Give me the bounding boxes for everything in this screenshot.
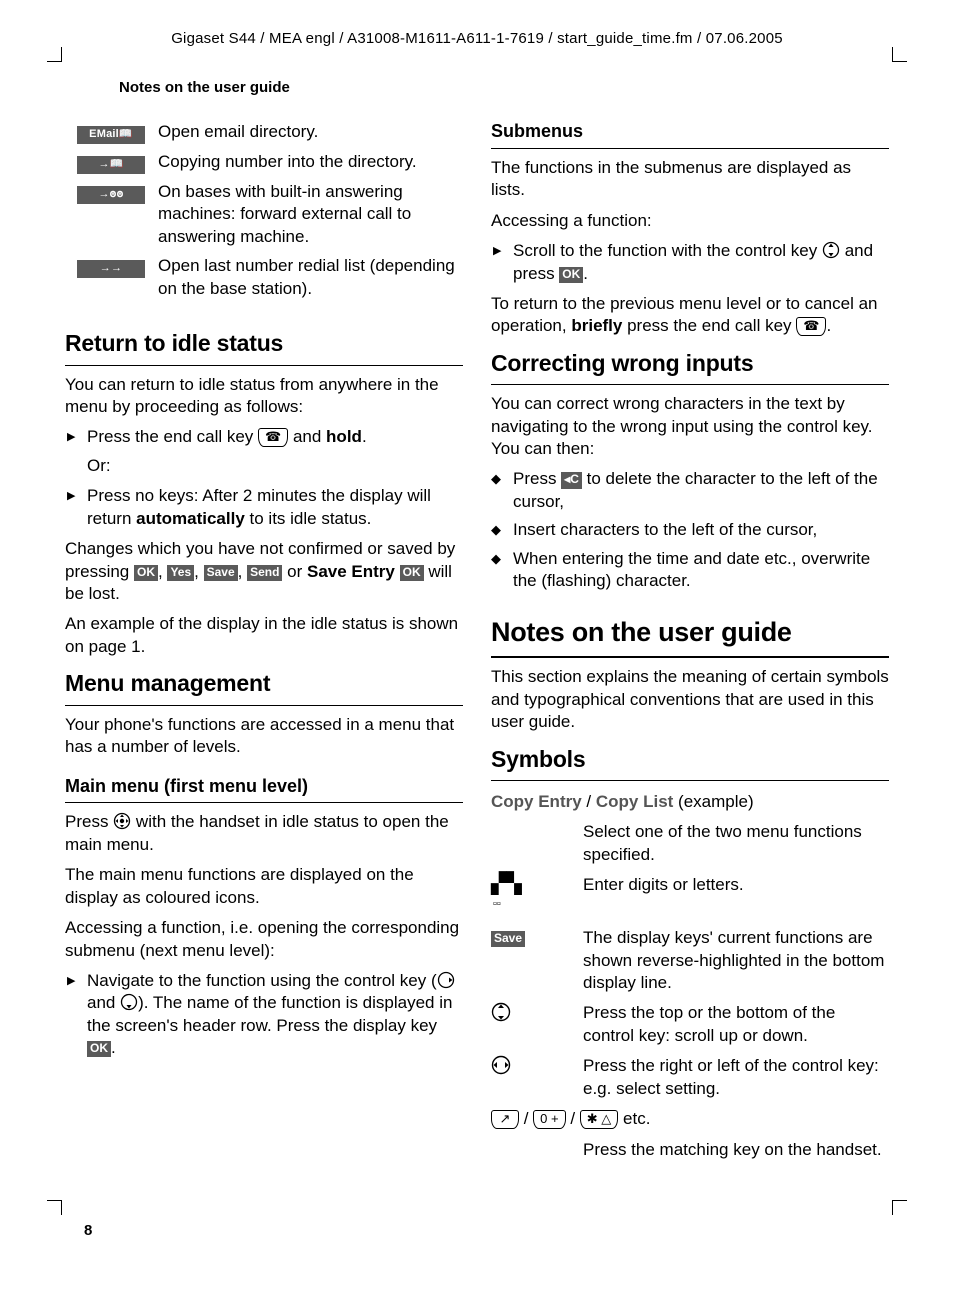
heading-symbols: Symbols bbox=[491, 744, 889, 781]
ok-key-icon: OK bbox=[559, 267, 583, 283]
save-key-icon: Save bbox=[491, 931, 525, 947]
ok-key-icon: OK bbox=[87, 1041, 111, 1057]
heading-correcting-inputs: Correcting wrong inputs bbox=[491, 348, 889, 385]
talk-key-icon: ↗ bbox=[491, 1110, 519, 1129]
list-item: Insert characters to the left of the cur… bbox=[491, 519, 889, 541]
body-text: An example of the display in the idle st… bbox=[65, 613, 463, 658]
list-item: Press ◂C to delete the character to the … bbox=[491, 468, 889, 513]
digits-icon: ▞▚▫▫ bbox=[491, 870, 583, 923]
crop-mark bbox=[47, 47, 62, 62]
body-text: You can correct wrong characters in the … bbox=[491, 393, 889, 460]
symbol-desc: Enter digits or letters. bbox=[583, 870, 889, 923]
zero-key-icon: 0 + bbox=[533, 1110, 565, 1129]
list-item: Press no keys: After 2 minutes the displ… bbox=[65, 485, 463, 530]
subheading-submenus: Submenus bbox=[491, 120, 889, 149]
icon-legend-table: EMail📖 Open email directory. →📖 Copying … bbox=[65, 120, 463, 306]
forward-to-am-icon: →ꙩꙩ bbox=[77, 186, 145, 204]
end-call-key-icon: ☎ bbox=[796, 317, 826, 336]
list-item: Navigate to the function using the contr… bbox=[65, 970, 463, 1060]
crop-mark bbox=[892, 47, 907, 62]
icon-row: →→ Open last number redial list (dependi… bbox=[65, 254, 463, 306]
list-item: When entering the time and date etc., ov… bbox=[491, 548, 889, 593]
star-key-icon: ✱ △ bbox=[580, 1110, 619, 1129]
icon-row-text: Copying number into the directory. bbox=[157, 150, 463, 180]
body-text: Accessing a function: bbox=[491, 210, 889, 232]
body-text: Accessing a function, i.e. opening the c… bbox=[65, 917, 463, 962]
subheading-main-menu: Main menu (first menu level) bbox=[65, 775, 463, 804]
symbol-row: ↗ / 0 + / ✱ △ etc. bbox=[491, 1104, 889, 1134]
control-key-icon bbox=[437, 971, 455, 989]
control-key-leftright-icon bbox=[491, 1055, 511, 1075]
body-text: To return to the previous menu level or … bbox=[491, 293, 889, 338]
symbols-table: Copy Entry / Copy List (example) Select … bbox=[491, 787, 889, 1165]
symbol-desc: The display keys' current functions are … bbox=[583, 923, 889, 998]
copy-to-directory-icon: →📖 bbox=[77, 156, 145, 174]
symbol-desc: Press the matching key on the handset. bbox=[583, 1135, 889, 1165]
end-call-key-icon: ☎ bbox=[258, 428, 288, 447]
list-item: Press the end call key ☎ and hold. bbox=[65, 426, 463, 448]
list-item: Scroll to the function with the control … bbox=[491, 240, 889, 285]
heading-menu-management: Menu management bbox=[65, 668, 463, 705]
icon-row-text: On bases with built-in answering machine… bbox=[157, 180, 463, 254]
body-text: This section explains the meaning of cer… bbox=[491, 666, 889, 733]
symbol-desc: Select one of the two menu functions spe… bbox=[583, 817, 889, 870]
page-section-title: Notes on the user guide bbox=[119, 79, 889, 96]
delete-key-icon: ◂C bbox=[561, 472, 582, 488]
control-key-updown-icon bbox=[491, 1002, 511, 1022]
yes-key-icon: Yes bbox=[167, 565, 194, 581]
control-key-icon bbox=[120, 993, 138, 1011]
body-text: Your phone's functions are accessed in a… bbox=[65, 714, 463, 759]
page-number: 8 bbox=[84, 1222, 92, 1239]
icon-row-text: Open last number redial list (depending … bbox=[157, 254, 463, 306]
icon-row-text: Open email directory. bbox=[157, 120, 463, 150]
body-text: Press with the handset in idle status to… bbox=[65, 811, 463, 856]
running-header: Gigaset S44 / MEA engl / A31008-M1611-A6… bbox=[65, 30, 889, 47]
save-key-icon: Save bbox=[204, 565, 238, 581]
left-column: EMail📖 Open email directory. →📖 Copying … bbox=[65, 120, 463, 1165]
crop-mark bbox=[47, 1200, 62, 1215]
body-text: You can return to idle status from anywh… bbox=[65, 374, 463, 419]
body-text: Changes which you have not confirmed or … bbox=[65, 538, 463, 605]
heading-return-idle: Return to idle status bbox=[65, 328, 463, 365]
icon-row: EMail📖 Open email directory. bbox=[65, 120, 463, 150]
control-key-icon bbox=[822, 241, 840, 259]
icon-row: →📖 Copying number into the directory. bbox=[65, 150, 463, 180]
body-text: The functions in the submenus are displa… bbox=[491, 157, 889, 202]
body-text: The main menu functions are displayed on… bbox=[65, 864, 463, 909]
symbol-row: Copy Entry / Copy List (example) bbox=[491, 787, 889, 817]
symbol-desc: Press the top or the bottom of the contr… bbox=[583, 998, 889, 1051]
email-directory-icon: EMail📖 bbox=[77, 126, 145, 144]
ok-key-icon: OK bbox=[400, 565, 424, 581]
redial-list-icon: →→ bbox=[77, 260, 145, 278]
symbol-desc: Press the right or left of the control k… bbox=[583, 1051, 889, 1104]
send-key-icon: Send bbox=[247, 565, 282, 581]
icon-row: →ꙩꙩ On bases with built-in answering mac… bbox=[65, 180, 463, 254]
heading-notes-user-guide: Notes on the user guide bbox=[491, 615, 889, 659]
control-key-icon bbox=[113, 812, 131, 830]
ok-key-icon: OK bbox=[134, 565, 158, 581]
crop-mark bbox=[892, 1200, 907, 1215]
body-text: Or: bbox=[87, 455, 463, 477]
right-column: Submenus The functions in the submenus a… bbox=[491, 120, 889, 1165]
